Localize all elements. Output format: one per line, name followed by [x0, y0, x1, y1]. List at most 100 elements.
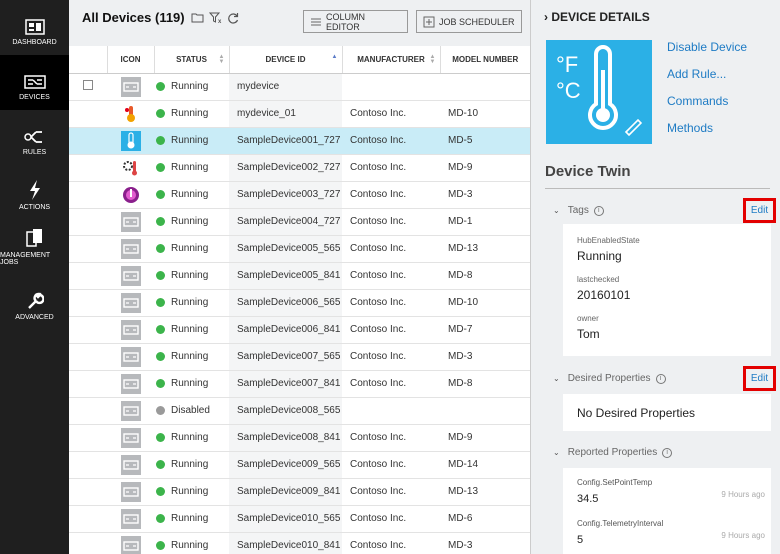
job-scheduler-button[interactable]: JOB SCHEDULER	[416, 10, 522, 33]
device-type-icon	[120, 265, 141, 286]
table-row[interactable]: Running SampleDevice006_841 Contoso Inc. MD…	[69, 316, 530, 344]
status-text: Running	[171, 216, 209, 227]
desired-section-header[interactable]: ⌄ Desired Properties i	[553, 373, 666, 384]
collapse-chevron-icon[interactable]: ›	[544, 10, 548, 24]
device-id-cell[interactable]: SampleDevice008_565	[229, 397, 342, 425]
device-id-cell[interactable]: SampleDevice009_565	[229, 451, 342, 479]
row-select-cell[interactable]	[69, 100, 107, 128]
row-select-cell[interactable]	[69, 127, 107, 155]
table-row[interactable]: Running mydevice_01 Contoso Inc. MD-10	[69, 100, 530, 128]
status-cell: Running	[154, 505, 229, 533]
device-id-cell[interactable]: mydevice	[229, 73, 342, 101]
add-rule-link[interactable]: Add Rule...	[667, 67, 747, 94]
table-row[interactable]: Running SampleDevice006_565 Contoso Inc. MD…	[69, 289, 530, 317]
row-select-cell[interactable]	[69, 235, 107, 263]
status-cell: Running	[154, 451, 229, 479]
device-id-cell[interactable]: SampleDevice009_841	[229, 478, 342, 506]
manufacturer-cell: Contoso Inc.	[342, 289, 440, 317]
refresh-icon[interactable]	[227, 12, 240, 24]
device-id-cell[interactable]: SampleDevice006_841	[229, 316, 342, 344]
row-checkbox[interactable]	[83, 80, 93, 90]
column-header-status[interactable]: STATUS ▲ ▼	[154, 46, 230, 74]
nav-management-jobs[interactable]: MANAGEMENT JOBS	[0, 220, 69, 275]
desired-edit-button[interactable]: Edit	[743, 366, 776, 391]
status-text: Running	[171, 540, 209, 551]
column-header-manufacturer[interactable]: MANUFACTURER ▲ ▼	[342, 46, 441, 74]
model-number-cell: MD-5	[440, 127, 530, 155]
table-row[interactable]: Running SampleDevice002_727 Contoso Inc. MD…	[69, 154, 530, 182]
row-select-cell[interactable]	[69, 208, 107, 236]
column-header-model-number[interactable]: MODEL NUMBER	[440, 46, 530, 74]
methods-link[interactable]: Methods	[667, 121, 747, 148]
device-id-cell[interactable]: SampleDevice005_565	[229, 235, 342, 263]
table-row[interactable]: Running SampleDevice010_565 Contoso Inc. MD…	[69, 505, 530, 533]
table-row[interactable]: Running SampleDevice001_727 Contoso Inc. MD…	[69, 127, 530, 155]
table-row[interactable]: Running SampleDevice010_841 Contoso Inc. MD…	[69, 532, 530, 554]
table-row[interactable]: Disabled SampleDevice008_565	[69, 397, 530, 425]
nav-dashboard[interactable]: DASHBOARD	[0, 0, 69, 55]
tag-key: HubEnabledState	[577, 236, 640, 245]
row-select-cell[interactable]	[69, 505, 107, 533]
device-id-cell[interactable]: SampleDevice010_841	[229, 532, 342, 554]
status-dot-icon	[156, 379, 165, 388]
nav-actions[interactable]: ACTIONS	[0, 165, 69, 220]
device-id-cell[interactable]: SampleDevice002_727	[229, 154, 342, 182]
device-id-cell[interactable]: SampleDevice003_727	[229, 181, 342, 209]
table-row[interactable]: Running SampleDevice005_841 Contoso Inc. MD…	[69, 262, 530, 290]
device-id-cell[interactable]: SampleDevice004_727	[229, 208, 342, 236]
table-row[interactable]: Running SampleDevice007_841 Contoso Inc. MD…	[69, 370, 530, 398]
row-select-cell[interactable]	[69, 370, 107, 398]
device-id-cell[interactable]: SampleDevice005_841	[229, 262, 342, 290]
row-select-cell[interactable]	[69, 154, 107, 182]
nav-devices[interactable]: DEVICES	[0, 55, 69, 110]
nav-rules[interactable]: RULES	[0, 110, 69, 165]
row-select-cell[interactable]	[69, 73, 107, 101]
table-row[interactable]: Running SampleDevice004_727 Contoso Inc. MD…	[69, 208, 530, 236]
nav-advanced[interactable]: ADVANCED	[0, 275, 69, 330]
filter-icon[interactable]: x	[208, 12, 223, 24]
tags-edit-button[interactable]: Edit	[743, 198, 776, 223]
device-id-cell[interactable]: SampleDevice006_565	[229, 289, 342, 317]
desired-label: Desired Properties	[567, 373, 651, 384]
table-row[interactable]: Running SampleDevice007_565 Contoso Inc. MD…	[69, 343, 530, 371]
column-editor-button[interactable]: COLUMN EDITOR	[303, 10, 408, 33]
info-icon[interactable]: i	[593, 205, 604, 216]
folder-open-icon[interactable]	[191, 12, 205, 24]
manufacturer-cell: Contoso Inc.	[342, 505, 440, 533]
row-select-cell[interactable]	[69, 532, 107, 554]
device-id-cell[interactable]: SampleDevice007_565	[229, 343, 342, 371]
row-select-cell[interactable]	[69, 478, 107, 506]
status-cell: Running	[154, 100, 229, 128]
device-id-cell[interactable]: mydevice_01	[229, 100, 342, 128]
device-type-icon	[120, 454, 141, 475]
row-select-cell[interactable]	[69, 451, 107, 479]
column-header-device-id[interactable]: DEVICE ID ▲	[229, 46, 343, 74]
table-row[interactable]: Running SampleDevice003_727 Contoso Inc. MD…	[69, 181, 530, 209]
device-id-cell[interactable]: SampleDevice007_841	[229, 370, 342, 398]
model-number-cell: MD-13	[440, 478, 530, 506]
column-header-icon[interactable]: ICON	[107, 46, 155, 74]
reported-section-header[interactable]: ⌄ Reported Properties i	[553, 447, 673, 458]
row-select-cell[interactable]	[69, 262, 107, 290]
table-row[interactable]: Running SampleDevice009_565 Contoso Inc. MD…	[69, 451, 530, 479]
row-select-cell[interactable]	[69, 397, 107, 425]
table-row[interactable]: Running mydevice	[69, 73, 530, 101]
disable-device-link[interactable]: Disable Device	[667, 40, 747, 67]
manufacturer-cell	[342, 73, 440, 101]
table-row[interactable]: Running SampleDevice008_841 Contoso Inc. MD…	[69, 424, 530, 452]
info-icon[interactable]: i	[662, 447, 673, 458]
commands-link[interactable]: Commands	[667, 94, 747, 121]
row-select-cell[interactable]	[69, 181, 107, 209]
table-row[interactable]: Running SampleDevice005_565 Contoso Inc. MD…	[69, 235, 530, 263]
reported-key: Config.SetPointTemp	[577, 478, 653, 487]
row-select-cell[interactable]	[69, 343, 107, 371]
device-id-cell[interactable]: SampleDevice010_565	[229, 505, 342, 533]
info-icon[interactable]: i	[655, 373, 666, 384]
row-select-cell[interactable]	[69, 316, 107, 344]
device-id-cell[interactable]: SampleDevice001_727	[229, 127, 342, 155]
row-select-cell[interactable]	[69, 424, 107, 452]
tags-section-header[interactable]: ⌄ Tags i	[553, 205, 604, 216]
row-select-cell[interactable]	[69, 289, 107, 317]
table-row[interactable]: Running SampleDevice009_841 Contoso Inc. MD…	[69, 478, 530, 506]
device-id-cell[interactable]: SampleDevice008_841	[229, 424, 342, 452]
